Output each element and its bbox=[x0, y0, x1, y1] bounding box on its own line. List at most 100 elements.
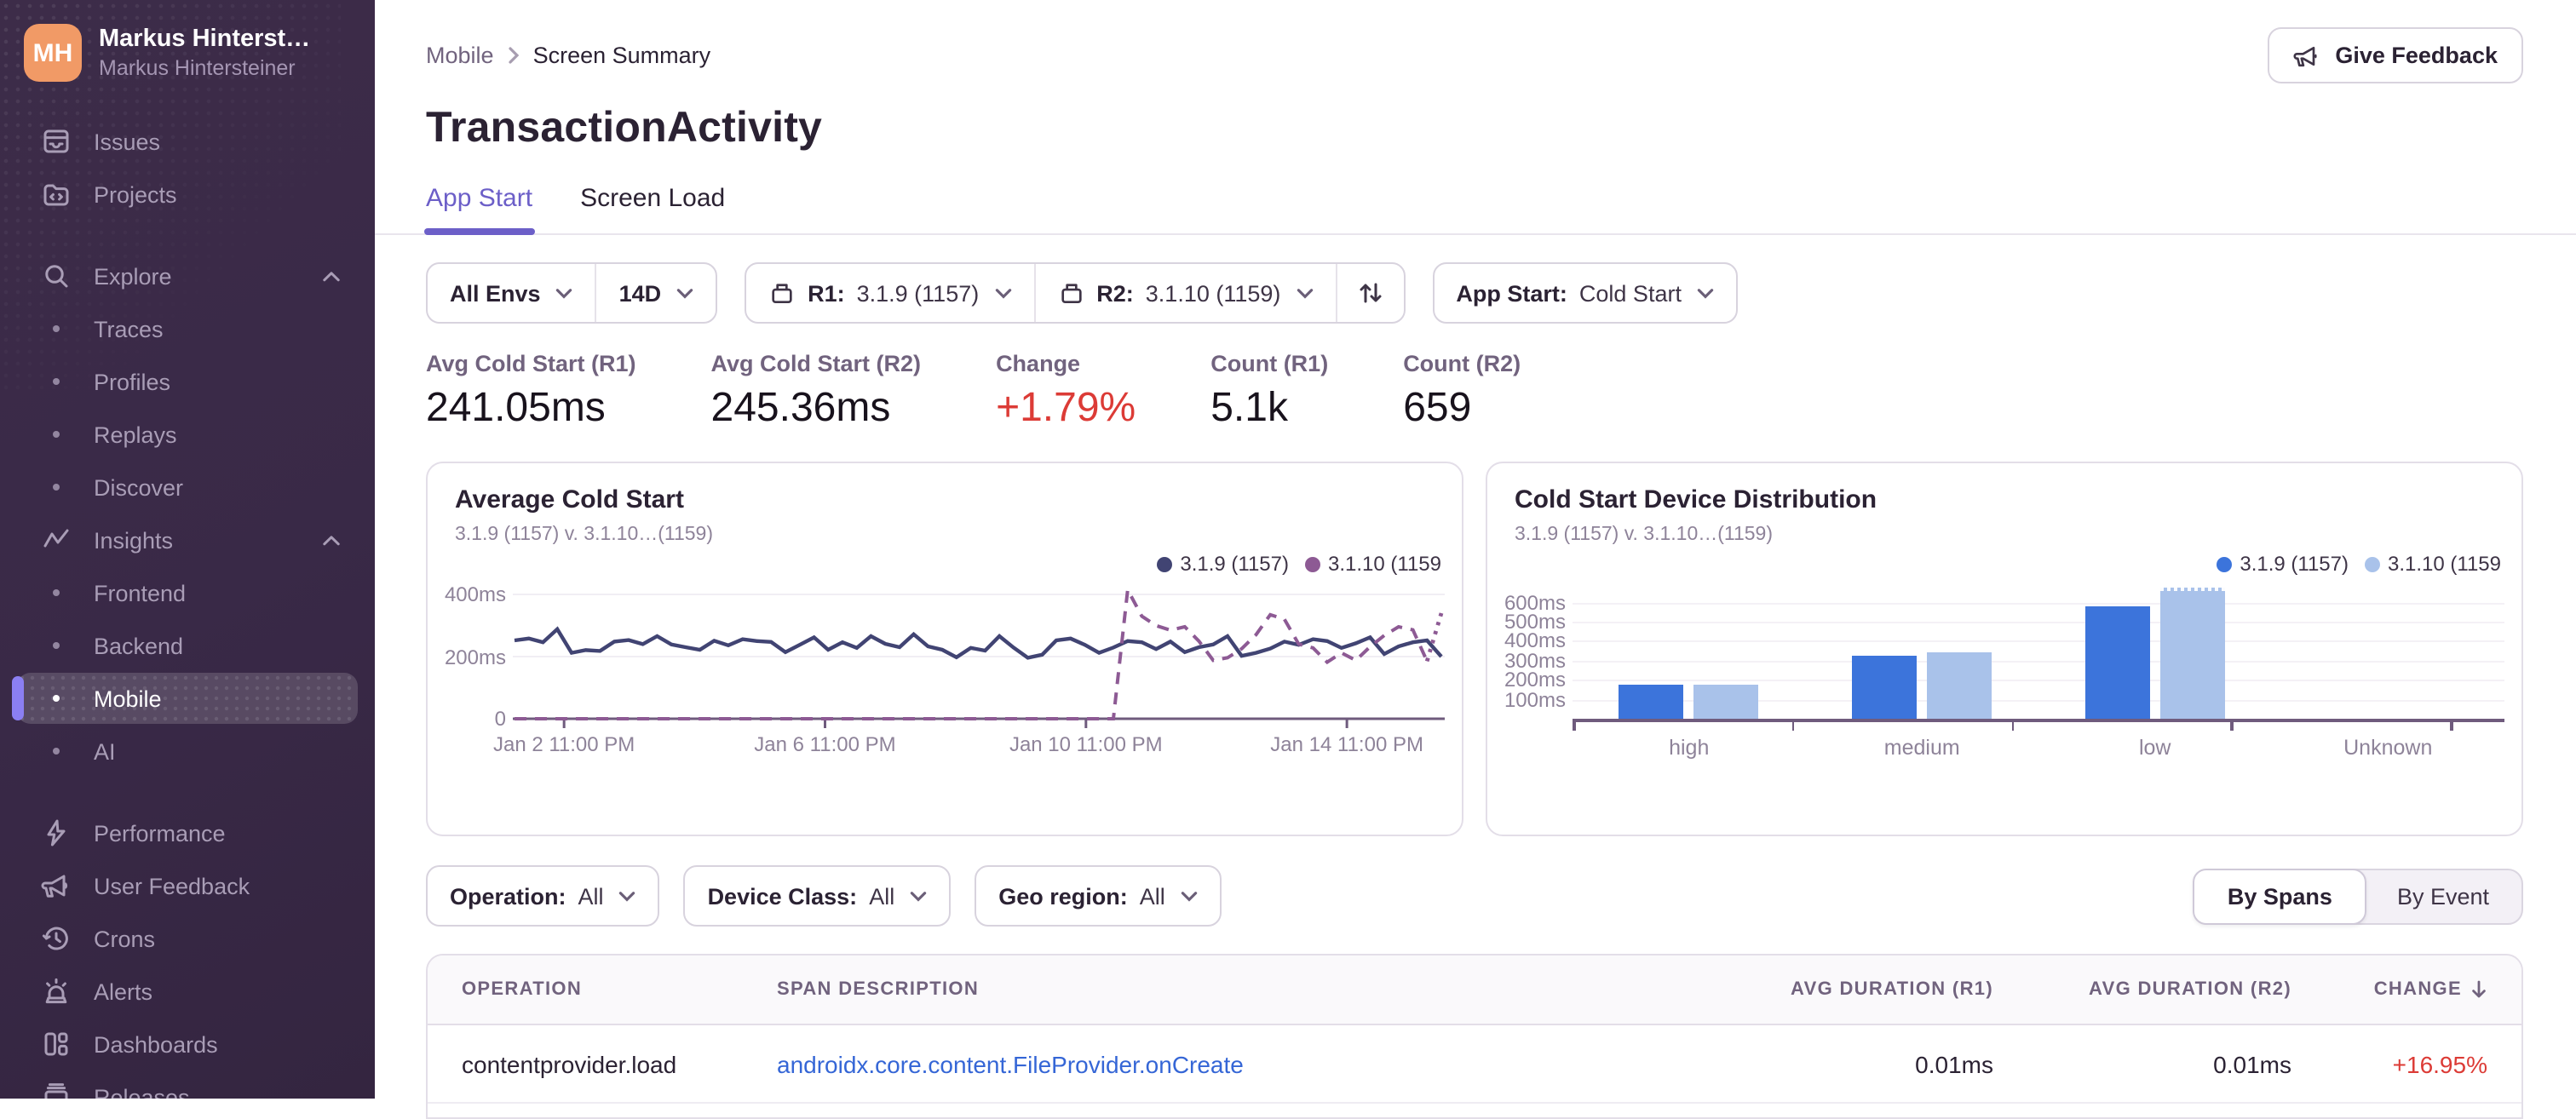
legend-item[interactable]: 3.1.9 (1157) bbox=[1156, 552, 1289, 576]
sidebar-item-user-feedback[interactable]: User Feedback bbox=[17, 860, 358, 911]
stat-avg-cold-start-r2: Avg Cold Start (R2) 245.36ms bbox=[711, 351, 922, 433]
sidebar: MH Markus Hinterst… Markus Hintersteiner… bbox=[0, 0, 375, 1099]
cell-change: +16.95% bbox=[2392, 1050, 2487, 1077]
sidebar-item-discover[interactable]: Discover bbox=[17, 462, 358, 513]
swap-releases-button[interactable] bbox=[1337, 264, 1403, 322]
sidebar-item-label: Alerts bbox=[94, 978, 153, 1004]
bar-3-1-10-1159-high[interactable] bbox=[1693, 685, 1759, 719]
release1-dropdown[interactable]: R1: 3.1.9 (1157) bbox=[746, 264, 1033, 322]
user-menu[interactable]: MH Markus Hinterst… Markus Hintersteiner bbox=[0, 0, 375, 82]
sidebar-item-mobile[interactable]: Mobile bbox=[12, 673, 358, 724]
sidebar-item-issues[interactable]: Issues bbox=[17, 116, 358, 167]
column-header-operation[interactable]: OPERATION bbox=[428, 979, 777, 1000]
column-header-avg-duration-r1[interactable]: AVG DURATION (R1) bbox=[1704, 979, 1993, 1000]
chart-legend: 3.1.9 (1157) 3.1.10 (1159 bbox=[2216, 552, 2501, 576]
device-class-dropdown[interactable]: Device Class: All bbox=[686, 867, 950, 925]
axis-tick bbox=[2230, 722, 2234, 731]
avatar: MH bbox=[24, 24, 82, 82]
sidebar-item-ai[interactable]: AI bbox=[17, 726, 358, 777]
y-axis-tick-label: 600ms bbox=[1504, 590, 1566, 615]
env-date-filter-group: All Envs 14D bbox=[426, 262, 718, 324]
breadcrumb: Mobile Screen Summary bbox=[426, 43, 710, 68]
swap-arrows-icon bbox=[1357, 279, 1383, 307]
column-header-avg-duration-r2[interactable]: AVG DURATION (R2) bbox=[1993, 979, 2291, 1000]
sidebar-item-projects[interactable]: Projects bbox=[17, 169, 358, 220]
x-axis-baseline bbox=[1573, 719, 2504, 722]
sidebar-item-frontend[interactable]: Frontend bbox=[17, 567, 358, 618]
bar-3-1-9-1157-low[interactable] bbox=[2084, 605, 2150, 719]
environment-dropdown[interactable]: All Envs bbox=[428, 264, 595, 322]
span-description-link[interactable]: androidx.core.content.FileProvider.onCre… bbox=[777, 1050, 1244, 1077]
app-start-type-dropdown[interactable]: App Start: Cold Start bbox=[1434, 264, 1736, 322]
tab-bar: App Start Screen Load bbox=[375, 153, 2576, 235]
device-class-filter-group: Device Class: All bbox=[683, 865, 952, 927]
release2-dropdown[interactable]: R2: 3.1.10 (1159) bbox=[1035, 264, 1335, 322]
axis-tick bbox=[2011, 722, 2014, 731]
sidebar-item-traces[interactable]: Traces bbox=[17, 303, 358, 354]
give-feedback-button[interactable]: Give Feedback bbox=[2267, 27, 2523, 83]
tab-app-start[interactable]: App Start bbox=[424, 184, 534, 235]
legend-dot-icon bbox=[1304, 556, 1320, 571]
bar-3-1-10-1159-medium[interactable] bbox=[1927, 652, 1992, 719]
spans-event-toggle: By Spans By Event bbox=[2193, 868, 2523, 924]
tab-screen-load[interactable]: Screen Load bbox=[580, 184, 725, 233]
date-range-dropdown[interactable]: 14D bbox=[597, 264, 716, 322]
bar-group-low bbox=[2038, 586, 2272, 719]
bar-3-1-9-1157-medium[interactable] bbox=[1852, 655, 1918, 719]
sidebar-item-releases[interactable]: Releases bbox=[17, 1071, 358, 1099]
chevron-down-icon bbox=[676, 287, 693, 299]
sidebar-item-label: Replays bbox=[94, 422, 177, 447]
app-window: MH Markus Hinterst… Markus Hintersteiner… bbox=[0, 0, 2576, 1119]
sidebar-item-insights[interactable]: Insights bbox=[17, 514, 358, 565]
sidebar-item-label: Discover bbox=[94, 474, 184, 500]
sidebar-item-replays[interactable]: Replays bbox=[17, 409, 358, 460]
sort-arrow-down-icon bbox=[2470, 979, 2487, 1000]
spans-table: OPERATION SPAN DESCRIPTION AVG DURATION (R… bbox=[426, 954, 2523, 1119]
megaphone-icon bbox=[41, 870, 72, 901]
sidebar-item-label: Frontend bbox=[94, 580, 187, 605]
legend-item[interactable]: 3.1.9 (1157) bbox=[2216, 552, 2349, 576]
breadcrumb-mobile[interactable]: Mobile bbox=[426, 43, 494, 68]
legend-item[interactable]: 3.1.10 (1159 bbox=[1304, 552, 1441, 576]
axis-tick bbox=[1791, 722, 1795, 731]
stats-row: Avg Cold Start (R1) 241.05ms Avg Cold Sta… bbox=[426, 351, 2523, 433]
sidebar-item-explore[interactable]: Explore bbox=[17, 250, 358, 301]
sidebar-item-crons[interactable]: Crons bbox=[17, 913, 358, 964]
bar-group-high bbox=[1573, 586, 1806, 719]
column-header-span-description[interactable]: SPAN DESCRIPTION bbox=[777, 979, 1704, 1000]
stat-label: Count (R1) bbox=[1210, 351, 1329, 376]
toggle-by-event[interactable]: By Event bbox=[2365, 869, 2521, 922]
stat-count-r2: Count (R2) 659 bbox=[1403, 351, 1521, 433]
line-chart-plot bbox=[513, 586, 1445, 743]
chevron-down-icon bbox=[556, 287, 573, 299]
bar-3-1-10-1159-low[interactable] bbox=[2159, 587, 2225, 719]
sidebar-item-profiles[interactable]: Profiles bbox=[17, 356, 358, 407]
chevron-up-icon bbox=[322, 534, 341, 546]
legend-dot-icon bbox=[1156, 556, 1172, 571]
bullet-icon bbox=[53, 748, 60, 755]
sidebar-item-label: Dashboards bbox=[94, 1031, 218, 1057]
cell-span-description: androidx.core.content.FileProvider.onCre… bbox=[777, 1050, 1704, 1077]
chart-subtitle: 3.1.9 (1157) v. 3.1.10…(1159) bbox=[1515, 525, 1774, 545]
category-label-unknown: Unknown bbox=[2343, 736, 2433, 760]
operation-dropdown[interactable]: Operation: All bbox=[428, 867, 658, 925]
sidebar-item-dashboards[interactable]: Dashboards bbox=[17, 1019, 358, 1070]
category-label-low: low bbox=[2138, 736, 2171, 760]
tab-divider bbox=[375, 233, 2576, 235]
bullet-icon bbox=[53, 484, 60, 491]
sidebar-item-alerts[interactable]: Alerts bbox=[17, 966, 358, 1017]
toggle-by-spans[interactable]: By Spans bbox=[2193, 868, 2366, 924]
dashboards-icon bbox=[41, 1029, 72, 1059]
package-icon bbox=[1057, 279, 1084, 307]
main-content: Mobile Screen Summary Give Feedback Tran… bbox=[375, 0, 2576, 1119]
sidebar-item-backend[interactable]: Backend bbox=[17, 620, 358, 671]
column-header-change[interactable]: CHANGE bbox=[2291, 979, 2521, 1000]
sidebar-item-label: Traces bbox=[94, 316, 164, 341]
bar-3-1-9-1157-high[interactable] bbox=[1619, 685, 1684, 719]
sidebar-item-performance[interactable]: Performance bbox=[17, 807, 358, 858]
stat-value: 5.1k bbox=[1210, 385, 1288, 431]
geo-region-dropdown[interactable]: Geo region: All bbox=[976, 867, 1220, 925]
cell-avg-duration-r1: 0.01ms bbox=[1915, 1050, 1993, 1077]
legend-item[interactable]: 3.1.10 (1159 bbox=[2364, 552, 2501, 576]
